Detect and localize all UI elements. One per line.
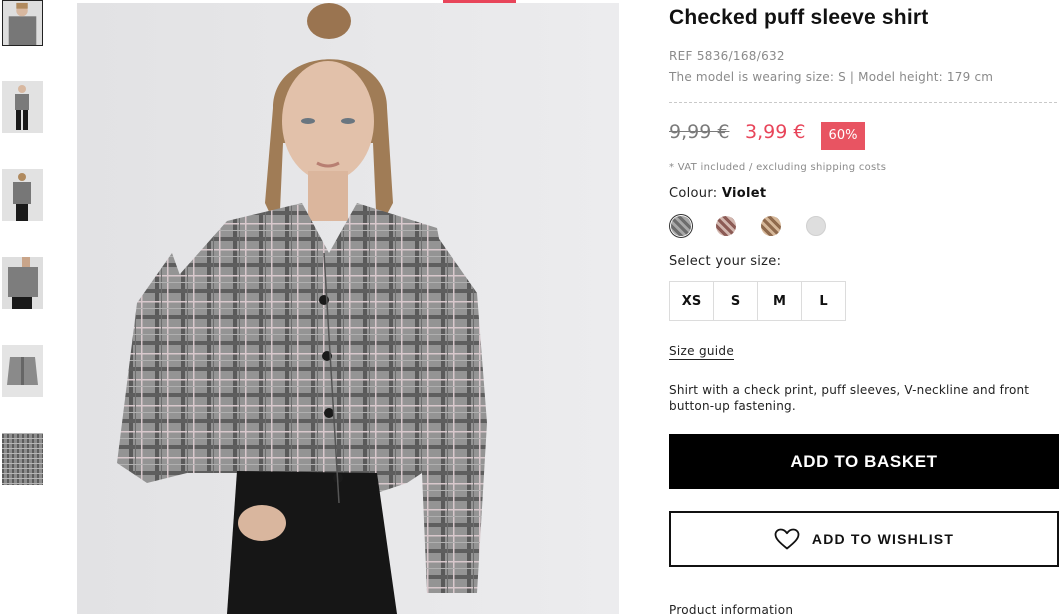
colour-swatch-brown-check[interactable] [761,216,781,236]
size-option-m[interactable]: M [757,281,802,321]
product-information-tab[interactable]: Product information [669,603,793,614]
add-to-wishlist-label: ADD TO WISHLIST [811,531,955,547]
add-to-wishlist-button[interactable]: ADD TO WISHLIST [669,511,1059,567]
colour-swatch-light-grey[interactable] [806,216,826,236]
main-product-image[interactable] [77,3,619,614]
size-option-s[interactable]: S [713,281,758,321]
discount-badge: 60% [821,122,865,150]
thumbnail-1[interactable] [2,0,43,46]
size-selector: XS S M L [669,281,846,321]
colour-swatch-red-check[interactable] [716,216,736,236]
colour-label: Colour: [669,186,718,201]
thumbnail-3[interactable] [2,169,43,221]
vat-note: * VAT included / excluding shipping cost… [669,162,887,173]
size-option-l[interactable]: L [801,281,846,321]
dashed-divider [669,102,1057,103]
thumbnail-2[interactable] [2,81,43,133]
colour-selection-label: Colour: Violet [669,186,766,201]
size-guide-link[interactable]: Size guide [669,344,735,360]
thumbnail-strip [0,0,46,614]
add-to-basket-label: ADD TO BASKET [790,451,938,471]
product-details-panel: Checked puff sleeve shirt REF 5836/168/6… [669,0,1059,614]
model-info: The model is wearing size: S | Model hei… [669,70,994,84]
thumbnail-6[interactable] [2,433,43,485]
product-reference: REF 5836/168/632 [669,49,785,63]
thumbnail-5[interactable] [2,345,43,397]
product-title: Checked puff sleeve shirt [669,6,929,29]
sale-price: 3,99 € [745,121,806,143]
product-description: Shirt with a check print, puff sleeves, … [669,383,1030,413]
thumbnail-4[interactable] [2,257,43,309]
size-option-xs[interactable]: XS [669,281,714,321]
original-price: 9,99 € [669,121,730,143]
size-label: Select your size: [669,254,782,269]
colour-swatch-grey-check[interactable] [671,216,691,236]
add-to-basket-button[interactable]: ADD TO BASKET [669,434,1059,489]
colour-value: Violet [721,186,767,201]
heart-icon [774,528,800,550]
